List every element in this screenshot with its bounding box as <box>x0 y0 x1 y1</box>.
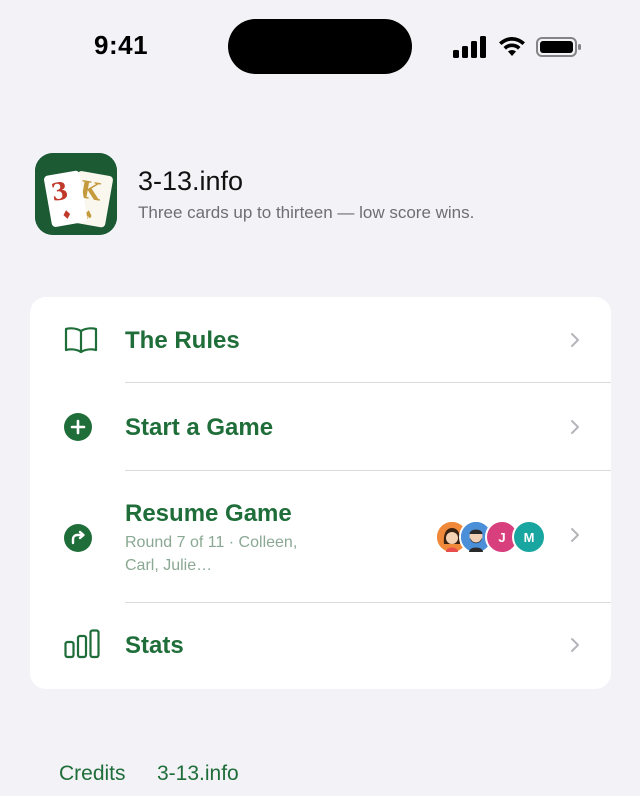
stats-label: Stats <box>125 632 184 659</box>
resume-label: Resume Game <box>125 500 292 527</box>
battery-icon <box>536 37 581 57</box>
chevron-right-icon <box>571 333 579 347</box>
site-link[interactable]: 3-13.info <box>157 762 239 786</box>
menu-row-start[interactable]: Start a Game <box>30 383 611 471</box>
book-icon <box>64 327 98 354</box>
start-label: Start a Game <box>125 414 274 441</box>
app-subtitle: Three cards up to thirteen — low score w… <box>138 203 475 222</box>
screen: 9:41 K ♠ 3 ♦ 3-13.info Three cards up to… <box>0 0 640 796</box>
dynamic-island <box>228 19 412 74</box>
credits-link[interactable]: Credits <box>59 762 126 786</box>
chevron-right-icon <box>571 420 579 434</box>
app-icon: K ♠ 3 ♦ <box>35 153 117 235</box>
resume-detail: Round 7 of 11 · Colleen, Carl, Julie… <box>125 534 298 574</box>
menu-row-rules[interactable]: The Rules <box>30 297 611 383</box>
menu-row-resume[interactable]: Resume Game Round 7 of 11 · Colleen, Car… <box>30 471 611 603</box>
plus-circle-icon <box>64 413 92 441</box>
cellular-signal-icon <box>453 36 486 58</box>
wifi-icon <box>499 37 525 56</box>
rules-label: The Rules <box>125 327 240 354</box>
menu-card: The Rules Start a Game Resume Game Round… <box>30 297 611 689</box>
status-time: 9:41 <box>94 30 149 60</box>
bar-chart-icon <box>64 629 100 659</box>
chevron-right-icon <box>571 638 579 652</box>
resume-arrow-icon <box>64 524 92 552</box>
player-avatar-m: M <box>512 520 546 554</box>
menu-row-stats[interactable]: Stats <box>30 603 611 689</box>
app-title: 3-13.info <box>138 166 244 196</box>
chevron-right-icon <box>571 528 579 542</box>
